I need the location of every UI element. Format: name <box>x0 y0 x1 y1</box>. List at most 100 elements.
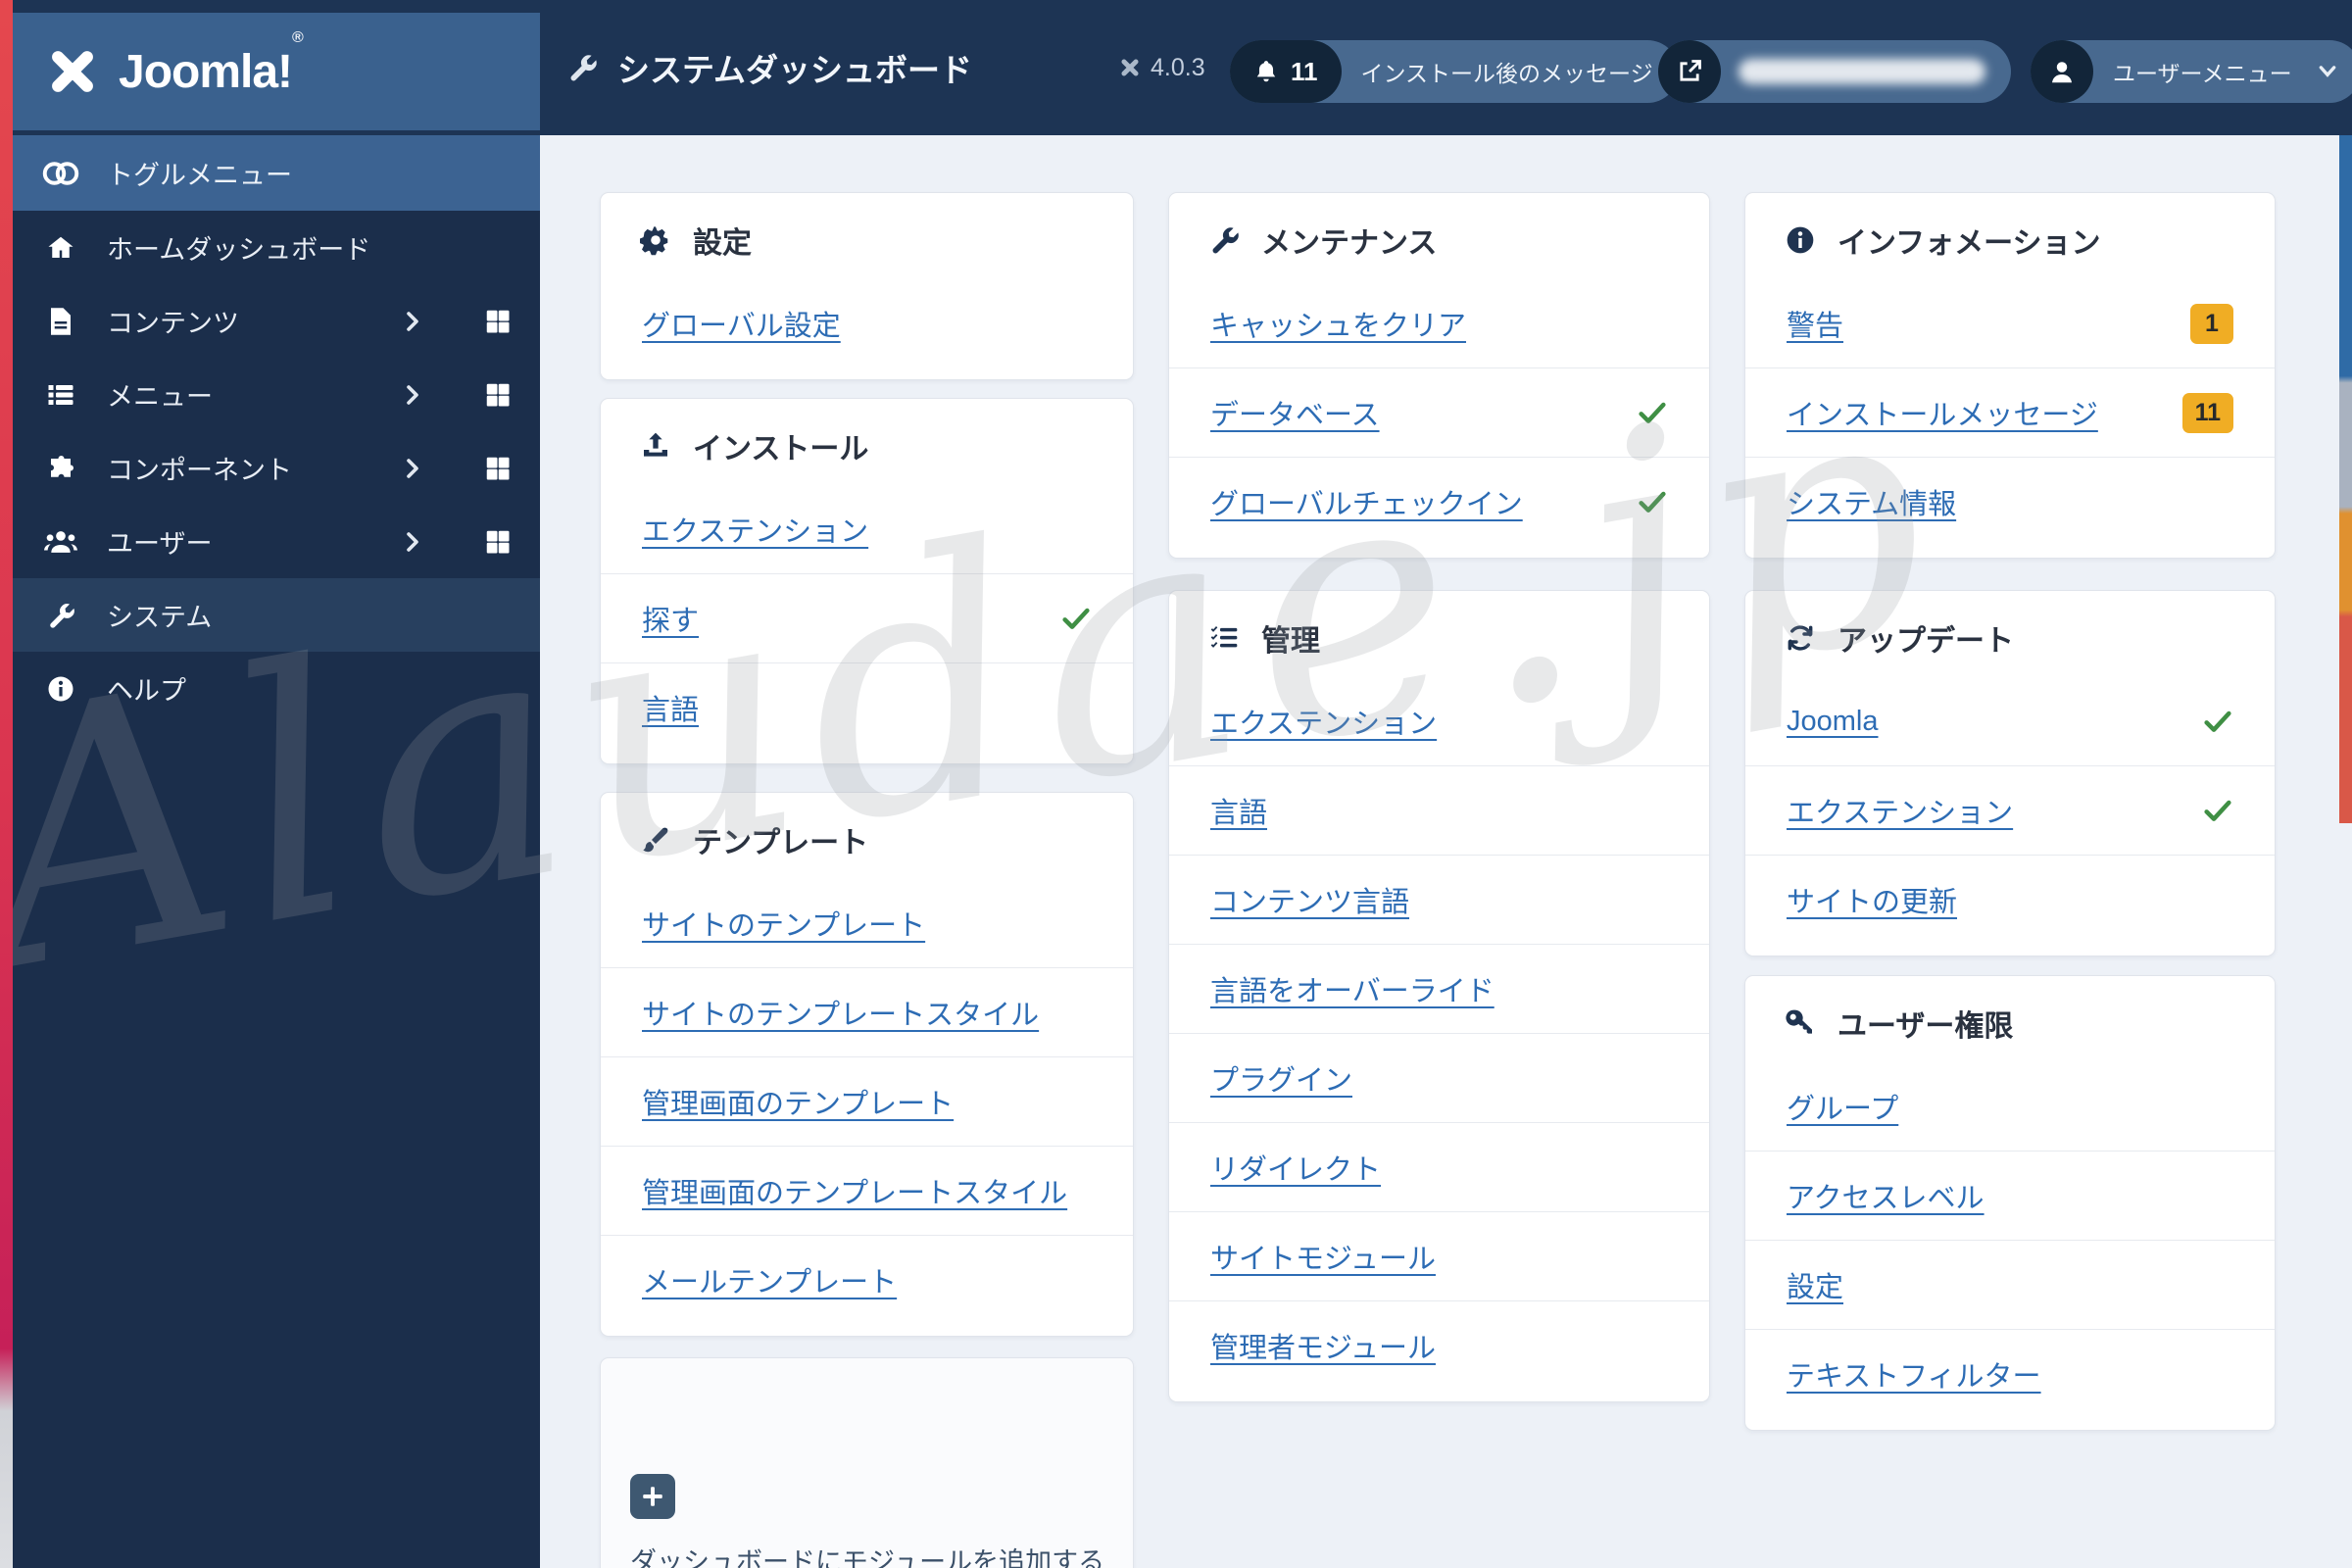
chevron-right-icon[interactable] <box>405 529 420 555</box>
link-access-levels[interactable]: アクセスレベル <box>1787 1175 1984 1216</box>
dashboard-grid-icon[interactable] <box>483 527 513 557</box>
desktop-edge-right <box>2339 135 2352 823</box>
card-title: アップデート <box>1838 625 2014 658</box>
link-admin-template-styles[interactable]: 管理画面のテンプレートスタイル <box>642 1170 1067 1211</box>
user-menu-pill[interactable]: ユーザーメニュー <box>2031 40 2352 103</box>
sidebar-item-label: ユーザー <box>107 529 213 559</box>
list-item: 管理画面のテンプレートスタイル <box>601 1146 1133 1235</box>
info-circle-icon <box>1783 224 1818 256</box>
version-number: 4.0.3 <box>1151 53 1205 81</box>
blurred-site-name <box>1739 59 1985 84</box>
list-item: リダイレクト <box>1169 1122 1709 1211</box>
chevron-right-icon[interactable] <box>405 382 420 408</box>
link-post-install-messages[interactable]: インストールメッセージ <box>1787 392 2098 433</box>
site-preview-pill[interactable] <box>1658 40 2011 103</box>
sidebar-item-menus[interactable]: メニュー <box>13 358 540 431</box>
list-item: エクステンション <box>1169 677 1709 765</box>
link-groups[interactable]: グループ <box>1787 1086 1898 1127</box>
sidebar-item-label: ヘルプ <box>107 676 186 706</box>
dashboard-grid-icon[interactable] <box>483 454 513 483</box>
messages-count-badge: 11 <box>2181 392 2233 433</box>
check-icon <box>2202 795 2233 826</box>
dashboard-grid-icon[interactable] <box>483 380 513 410</box>
link-extensions-update[interactable]: エクステンション <box>1787 790 2013 831</box>
sidebar-item-components[interactable]: コンポーネント <box>13 431 540 505</box>
info-circle-icon <box>38 674 83 704</box>
dashboard-grid-icon[interactable] <box>483 307 513 336</box>
users-icon <box>38 528 83 556</box>
sidebar-toggle-label: トグルメニュー <box>107 161 292 190</box>
link-install-languages[interactable]: 言語 <box>642 687 699 728</box>
chevron-down-icon <box>2318 65 2337 78</box>
list-item: 設定 <box>1745 1240 2275 1329</box>
sync-icon <box>1783 622 1818 654</box>
link-clear-cache[interactable]: キャッシュをクリア <box>1210 303 1466 344</box>
puzzle-icon <box>38 454 83 483</box>
list-item: 言語 <box>601 662 1133 752</box>
link-languages[interactable]: 言語 <box>1210 790 1267 831</box>
link-discover[interactable]: 探す <box>642 598 699 639</box>
sidebar-item-users[interactable]: ユーザー <box>13 505 540 578</box>
brand-name: Joomla!® <box>119 28 304 98</box>
link-redirects[interactable]: リダイレクト <box>1210 1147 1381 1188</box>
link-warnings[interactable]: 警告 <box>1787 303 1843 344</box>
card-add-module: ダッシュボードにモジュールを追加する <box>600 1357 1134 1568</box>
gear-icon <box>638 224 673 256</box>
plus-icon[interactable] <box>630 1474 675 1519</box>
file-icon <box>38 307 83 336</box>
sidebar-item-system[interactable]: システム <box>13 578 540 652</box>
card-settings-header: 設定 <box>601 193 1133 279</box>
link-language-overrides[interactable]: 言語をオーバーライド <box>1210 968 1494 1009</box>
card-title: インフォメーション <box>1838 227 2101 260</box>
link-mail-templates[interactable]: メールテンプレート <box>642 1259 897 1300</box>
list-item: Joomla <box>1745 677 2275 765</box>
link-content-languages[interactable]: コンテンツ言語 <box>1210 879 1409 920</box>
post-install-messages-pill[interactable]: 11 インストール後のメッセージ <box>1230 40 1679 103</box>
link-admin-templates[interactable]: 管理画面のテンプレート <box>642 1081 954 1122</box>
link-site-templates[interactable]: サイトのテンプレート <box>642 903 925 944</box>
link-admin-modules[interactable]: 管理者モジュール <box>1210 1325 1436 1366</box>
card-manage-header: 管理 <box>1169 591 1709 677</box>
bell-icon <box>1253 59 1279 84</box>
card-information-header: インフォメーション <box>1745 193 2275 279</box>
list-item: 管理者モジュール <box>1169 1300 1709 1390</box>
link-manage-extensions[interactable]: エクステンション <box>1210 701 1437 742</box>
list-item: メールテンプレート <box>601 1235 1133 1324</box>
sidebar-item-label: ホームダッシュボード <box>107 235 371 265</box>
card-title: テンプレート <box>693 827 869 859</box>
link-global-configuration[interactable]: グローバル設定 <box>642 303 841 344</box>
link-global-checkin[interactable]: グローバルチェックイン <box>1210 481 1523 522</box>
link-database[interactable]: データベース <box>1210 392 1380 433</box>
sidebar-item-home-dashboard[interactable]: ホームダッシュボード <box>13 211 540 284</box>
notification-count-cap: 11 <box>1230 40 1342 103</box>
link-plugins[interactable]: プラグイン <box>1210 1057 1352 1099</box>
tasks-icon <box>1206 622 1242 654</box>
sidebar-item-help[interactable]: ヘルプ <box>13 652 540 725</box>
chevron-right-icon[interactable] <box>405 456 420 481</box>
list-item: サイトのテンプレートスタイル <box>601 967 1133 1056</box>
link-update-sites[interactable]: サイトの更新 <box>1787 879 1957 920</box>
card-title: インストール <box>693 433 869 466</box>
card-information: インフォメーション 警告 1 インストールメッセージ 11 システム情報 <box>1744 192 2276 559</box>
link-text-filters[interactable]: テキストフィルター <box>1787 1353 2041 1395</box>
list-item: データベース <box>1169 368 1709 457</box>
sidebar-toggle-menu[interactable]: トグルメニュー <box>13 135 540 211</box>
chevron-right-icon[interactable] <box>405 309 420 334</box>
card-templates-header: テンプレート <box>601 793 1133 879</box>
link-system-information[interactable]: システム情報 <box>1787 481 1956 522</box>
link-install-extensions[interactable]: エクステンション <box>642 509 868 550</box>
joomla-logo-icon <box>46 45 99 98</box>
link-site-template-styles[interactable]: サイトのテンプレートスタイル <box>642 992 1039 1033</box>
link-site-modules[interactable]: サイトモジュール <box>1210 1236 1436 1277</box>
external-link-icon <box>1658 40 1721 103</box>
check-icon <box>1637 397 1668 428</box>
link-joomla-update[interactable]: Joomla <box>1787 706 1879 738</box>
add-module-label[interactable]: ダッシュボードにモジュールを追加する <box>630 1541 1133 1568</box>
sidebar-item-content[interactable]: コンテンツ <box>13 284 540 358</box>
card-maintenance: メンテナンス キャッシュをクリア データベース グローバルチェックイン <box>1168 192 1710 559</box>
wrench-icon <box>38 601 83 630</box>
list-item: アクセスレベル <box>1745 1151 2275 1240</box>
list-item: グローバル設定 <box>601 279 1133 368</box>
card-install-header: インストール <box>601 399 1133 485</box>
link-user-settings[interactable]: 設定 <box>1787 1264 1843 1305</box>
